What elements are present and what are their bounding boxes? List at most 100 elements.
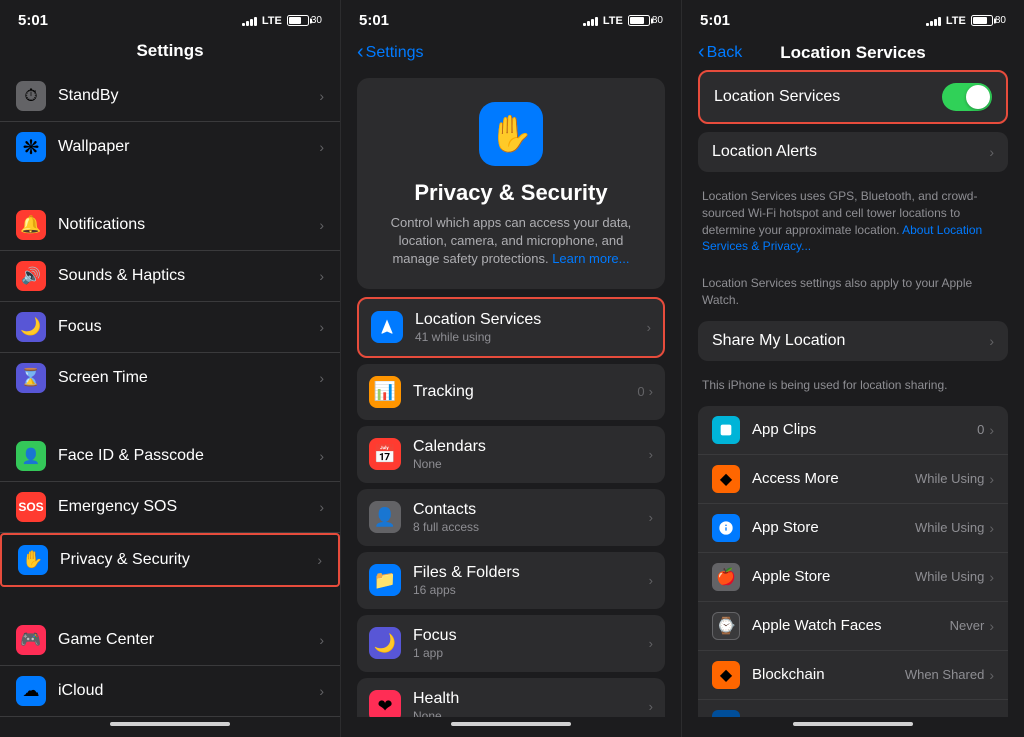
accessmore-icon: ◆ (712, 465, 740, 493)
standby-chevron: › (319, 88, 324, 104)
settings-list: ⏱ StandBy › ❋ Wallpaper › 🔔 Notification… (0, 71, 340, 717)
location-toggle[interactable] (942, 83, 992, 111)
britishairways-icon: ✈ (712, 710, 740, 717)
settings-row-privacy[interactable]: ✋ Privacy & Security › (0, 533, 340, 587)
right-panel: 5:01 LTE 80 ‹ Back Location Services (682, 0, 1024, 737)
time-middle: 5:01 (359, 12, 389, 29)
app-row-accessmore[interactable]: ◆ Access More While Using › (698, 455, 1008, 504)
app-row-blockchain[interactable]: ◆ Blockchain When Shared › (698, 651, 1008, 700)
tracking-icon: 📊 (369, 376, 401, 408)
settings-row-gamecenter[interactable]: 🎮 Game Center › (0, 615, 340, 666)
nav-back-right[interactable]: ‹ Back (698, 41, 758, 64)
privacy-row-health[interactable]: ❤ Health None › (357, 678, 665, 717)
files-subtitle: 16 apps (413, 583, 649, 597)
icloud-label: iCloud (58, 682, 319, 700)
battery-middle: 80 (628, 15, 663, 26)
middle-panel: 5:01 LTE 80 ‹ Settings ✋ Privacy & Secur… (341, 0, 682, 737)
appclips-chevron: › (989, 422, 994, 438)
privacy-row-tracking[interactable]: 📊 Tracking 0 › (357, 364, 665, 420)
status-icons-left: LTE 30 (242, 15, 322, 27)
share-row[interactable]: Share My Location › (698, 321, 1008, 361)
standby-icon: ⏱ (16, 81, 46, 111)
focus2-title: Focus (413, 627, 649, 645)
health-title: Health (413, 690, 649, 708)
time-left: 5:01 (18, 12, 48, 29)
screentime-chevron: › (319, 370, 324, 386)
nav-back-middle[interactable]: ‹ Settings (357, 41, 423, 64)
share-section: Share My Location › (698, 321, 1008, 361)
home-indicator-left (0, 717, 340, 737)
location-description: Location Services uses GPS, Bluetooth, a… (698, 180, 1008, 263)
battery-left: 30 (287, 15, 322, 26)
applewatchfaces-value: Never (950, 618, 985, 633)
settings-group-4: 🎮 Game Center › ☁ iCloud › 💳 Wallet & Ap… (0, 615, 340, 717)
wallpaper-icon: ❋ (16, 132, 46, 162)
toggle-row[interactable]: Location Services (700, 72, 1006, 122)
home-indicator-right (682, 717, 1024, 737)
back-chevron-right: ‹ (698, 41, 705, 64)
app-row-appclips[interactable]: App Clips 0 › (698, 406, 1008, 455)
notifications-icon: 🔔 (16, 210, 46, 240)
health-chevron: › (649, 699, 653, 714)
app-row-appstore[interactable]: App Store While Using › (698, 504, 1008, 553)
sos-label: Emergency SOS (58, 498, 319, 516)
icloud-icon: ☁ (16, 676, 46, 706)
settings-row-icloud[interactable]: ☁ iCloud › (0, 666, 340, 717)
alerts-row[interactable]: Location Alerts › (698, 132, 1008, 172)
hero-description: Control which apps can access your data,… (377, 214, 645, 269)
wallpaper-label: Wallpaper (58, 138, 319, 156)
focus-label: Focus (58, 318, 319, 336)
settings-header: Settings (0, 33, 340, 71)
app-row-applewatchfaces[interactable]: ⌚ Apple Watch Faces Never › (698, 602, 1008, 651)
privacy-row-files[interactable]: 📁 Files & Folders 16 apps › (357, 552, 665, 609)
calendars-content: Calendars None (413, 438, 649, 471)
privacy-list: Location Services 41 while using › 📊 Tra… (341, 297, 681, 717)
privacy-icon: ✋ (18, 545, 48, 575)
settings-row-notifications[interactable]: 🔔 Notifications › (0, 200, 340, 251)
settings-row-standby[interactable]: ⏱ StandBy › (0, 71, 340, 122)
privacy-row-location[interactable]: Location Services 41 while using › (357, 297, 665, 358)
battery-pct-right: 80 (995, 15, 1006, 26)
calendars-chevron: › (649, 447, 653, 462)
learn-more-link[interactable]: Learn more... (552, 251, 629, 266)
app-row-applestore[interactable]: 🍎 Apple Store While Using › (698, 553, 1008, 602)
settings-row-wallpaper[interactable]: ❋ Wallpaper › (0, 122, 340, 172)
settings-row-focus[interactable]: 🌙 Focus › (0, 302, 340, 353)
hero-icon: ✋ (479, 102, 543, 166)
location-services-list: Location Services Location Alerts › Loca… (682, 70, 1024, 717)
tracking-content: Tracking (413, 383, 637, 401)
share-label: Share My Location (712, 332, 989, 350)
blockchain-icon: ◆ (712, 661, 740, 689)
status-bar-middle: 5:01 LTE 80 (341, 0, 681, 33)
privacy-row-contacts[interactable]: 👤 Contacts 8 full access › (357, 489, 665, 546)
sos-icon: SOS (16, 492, 46, 522)
icloud-chevron: › (319, 683, 324, 699)
app-row-britishairways[interactable]: ✈ British Airways While Using › (698, 700, 1008, 717)
left-panel: 5:01 LTE 30 Settings ⏱ StandBy › (0, 0, 341, 737)
status-bar-right: 5:01 LTE 80 (682, 0, 1024, 33)
nav-back-label-right: Back (707, 44, 743, 62)
settings-row-sounds[interactable]: 🔊 Sounds & Haptics › (0, 251, 340, 302)
divider-1 (0, 172, 340, 200)
applestore-chevron: › (989, 569, 994, 585)
applewatchfaces-label: Apple Watch Faces (752, 617, 950, 634)
files-icon: 📁 (369, 564, 401, 596)
back-chevron-middle: ‹ (357, 41, 364, 64)
focus2-icon: 🌙 (369, 627, 401, 659)
settings-row-faceid[interactable]: 👤 Face ID & Passcode › (0, 431, 340, 482)
signal-middle (583, 15, 598, 26)
accessmore-value: While Using (915, 471, 984, 486)
standby-label: StandBy (58, 87, 319, 105)
contacts-title: Contacts (413, 501, 649, 519)
files-title: Files & Folders (413, 564, 649, 582)
settings-row-sos[interactable]: SOS Emergency SOS › (0, 482, 340, 533)
settings-row-screentime[interactable]: ⌛ Screen Time › (0, 353, 340, 403)
contacts-icon: 👤 (369, 501, 401, 533)
appclips-icon (712, 416, 740, 444)
privacy-row-focus[interactable]: 🌙 Focus 1 app › (357, 615, 665, 672)
applestore-value: While Using (915, 569, 984, 584)
nav-bar-right: ‹ Back Location Services (682, 33, 1024, 70)
privacy-row-calendars[interactable]: 📅 Calendars None › (357, 426, 665, 483)
share-description: This iPhone is being used for location s… (698, 369, 1008, 402)
contacts-chevron: › (649, 510, 653, 525)
